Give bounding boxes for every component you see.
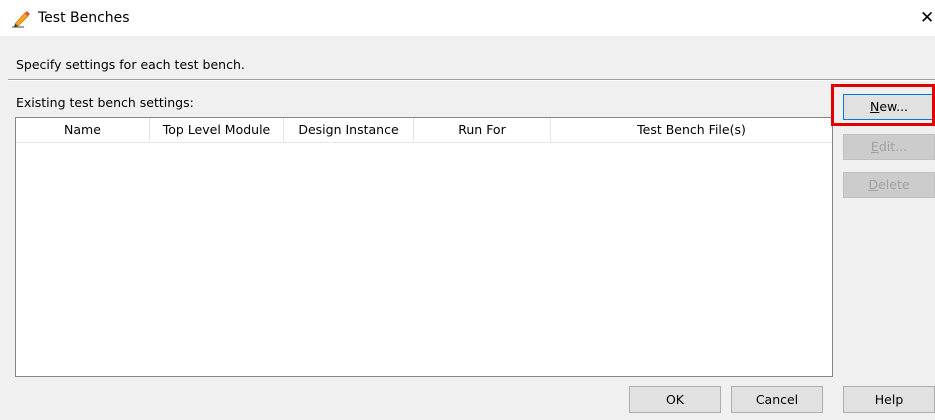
edit-button-label: dit... [878,139,908,154]
edit-button-mnemonic: E [870,139,879,154]
column-header-top-level-module[interactable]: Top Level Module [150,118,284,142]
column-header-run-for[interactable]: Run For [414,118,551,142]
ok-button[interactable]: OK [629,386,721,413]
dialog-description: Specify settings for each test bench. [16,57,245,72]
delete-button-mnemonic: D [868,177,879,192]
highlight-box [831,84,935,126]
edit-button[interactable]: Edit... [843,134,935,160]
column-header-name[interactable]: Name [16,118,150,142]
help-button[interactable]: Help [843,386,935,413]
pencil-icon [10,9,30,29]
title-bar: Test Benches ✕ [0,0,935,36]
column-header-test-bench-files[interactable]: Test Bench File(s) [551,118,832,142]
separator [8,79,935,81]
delete-button[interactable]: Delete [843,172,935,198]
close-button[interactable]: ✕ [920,6,935,30]
delete-button-label: elete [878,177,910,192]
column-header-design-instance[interactable]: Design Instance [284,118,414,142]
window-title: Test Benches [38,10,130,26]
test-bench-list[interactable]: Name Top Level Module Design Instance Ru… [15,117,833,377]
list-header: Name Top Level Module Design Instance Ru… [16,118,832,143]
existing-settings-label: Existing test bench settings: [16,95,194,110]
cancel-button[interactable]: Cancel [731,386,823,413]
